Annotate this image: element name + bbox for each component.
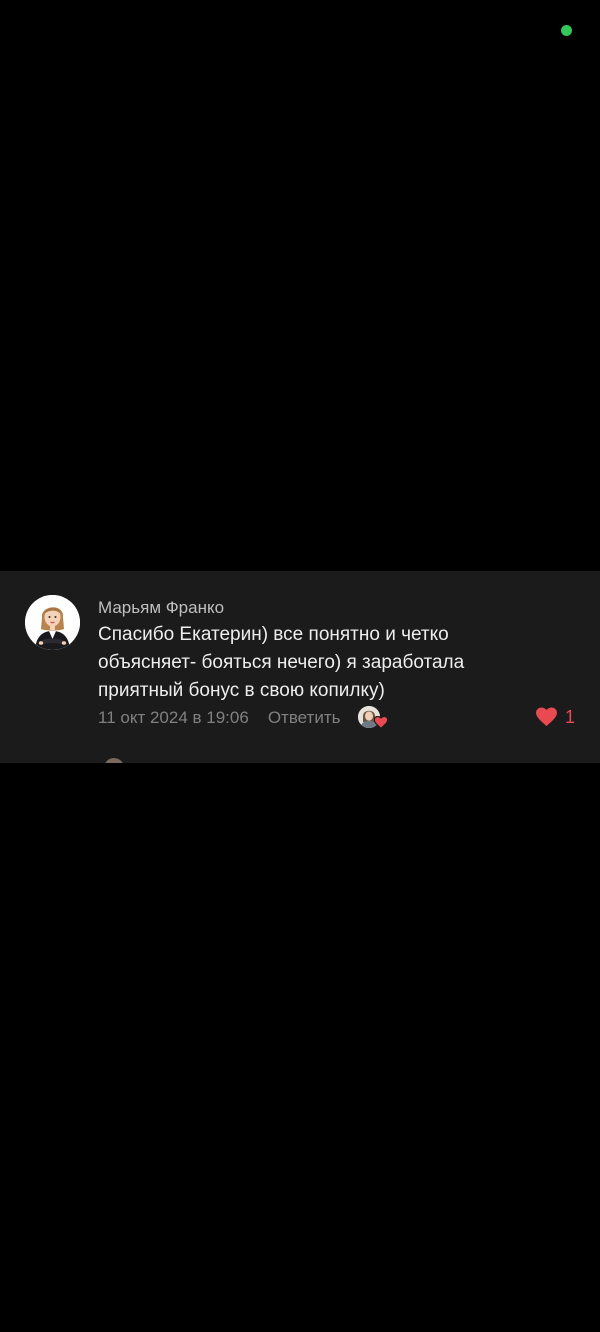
reactor-heart-icon xyxy=(374,714,389,734)
screen: Марьям Франко Спасибо Екатерин) все поня… xyxy=(0,0,600,1332)
author-avatar[interactable] xyxy=(25,595,80,650)
comment-author-name[interactable]: Марьям Франко xyxy=(98,598,224,618)
comment-card: Марьям Франко Спасибо Екатерин) все поня… xyxy=(0,571,600,763)
next-comment-avatar-peek xyxy=(104,758,124,763)
comment-meta-row: 11 окт 2024 в 19:06 Ответить xyxy=(98,706,390,730)
woman-in-suit-avatar-icon xyxy=(25,595,80,650)
like-button[interactable]: 1 xyxy=(535,705,575,729)
comment-text: Спасибо Екатерин) все понятно и четко об… xyxy=(98,624,465,701)
comment-date: 11 окт 2024 в 19:06 xyxy=(98,708,249,727)
like-count: 1 xyxy=(565,706,576,727)
reaction-avatars[interactable] xyxy=(358,706,390,730)
reply-button[interactable]: Ответить xyxy=(268,708,341,728)
heart-icon xyxy=(536,707,557,727)
privacy-indicator-dot xyxy=(561,25,572,36)
